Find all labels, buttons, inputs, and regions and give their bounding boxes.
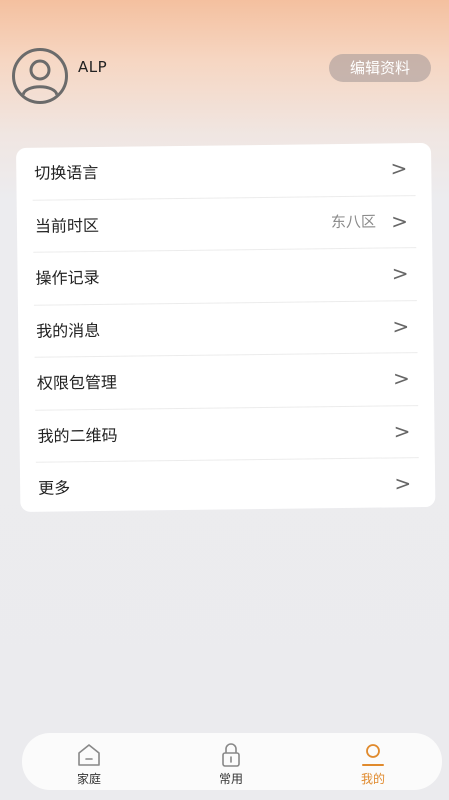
chevron-right-icon: > bbox=[390, 156, 408, 181]
menu-item-label: 我的消息 bbox=[36, 320, 101, 341]
chevron-right-icon: > bbox=[394, 471, 412, 496]
menu-item-operation-log[interactable]: 操作记录 > bbox=[33, 248, 417, 306]
menu-item-timezone[interactable]: 当前时区 东八区 > bbox=[32, 195, 417, 253]
menu-item-language[interactable]: 切换语言 > bbox=[31, 143, 416, 201]
menu-item-label: 切换语言 bbox=[34, 162, 99, 183]
chevron-right-icon: > bbox=[392, 366, 410, 391]
username: ALP bbox=[78, 58, 108, 76]
menu-item-qr-code[interactable]: 我的二维码 > bbox=[35, 405, 419, 463]
tab-label: 常用 bbox=[218, 772, 243, 786]
profile-icon bbox=[362, 744, 384, 766]
menu-item-label: 更多 bbox=[38, 478, 71, 498]
tab-label: 我的 bbox=[360, 772, 385, 786]
bottom-tab-bar: 家庭 常用 我的 bbox=[22, 733, 442, 790]
settings-menu: 切换语言 > 当前时区 东八区 > 操作记录 > 我的消息 > 权限包管理 > … bbox=[16, 142, 436, 514]
avatar[interactable] bbox=[12, 48, 68, 104]
timezone-value: 东八区 bbox=[330, 212, 377, 231]
user-avatar-icon bbox=[21, 59, 59, 96]
profile-header: ALP 编辑资料 bbox=[0, 0, 449, 140]
menu-item-more[interactable]: 更多 > bbox=[36, 458, 420, 514]
home-icon bbox=[78, 744, 100, 766]
menu-item-label: 操作记录 bbox=[35, 267, 100, 288]
tab-mine[interactable]: 我的 bbox=[318, 733, 428, 790]
chevron-right-icon: > bbox=[391, 261, 409, 286]
menu-item-messages[interactable]: 我的消息 > bbox=[33, 300, 418, 358]
menu-item-label: 当前时区 bbox=[34, 215, 100, 236]
lock-icon bbox=[222, 743, 240, 767]
chevron-right-icon: > bbox=[392, 313, 410, 338]
tab-frequent[interactable]: 常用 bbox=[176, 733, 286, 790]
menu-item-label: 我的二维码 bbox=[37, 425, 118, 446]
tab-home[interactable]: 家庭 bbox=[34, 733, 144, 790]
edit-profile-button[interactable]: 编辑资料 bbox=[329, 54, 431, 82]
menu-item-permission-packages[interactable]: 权限包管理 > bbox=[34, 353, 419, 411]
menu-item-label: 权限包管理 bbox=[36, 372, 118, 393]
chevron-right-icon: > bbox=[393, 418, 411, 443]
chevron-right-icon: > bbox=[391, 208, 409, 233]
tab-label: 家庭 bbox=[76, 772, 101, 786]
